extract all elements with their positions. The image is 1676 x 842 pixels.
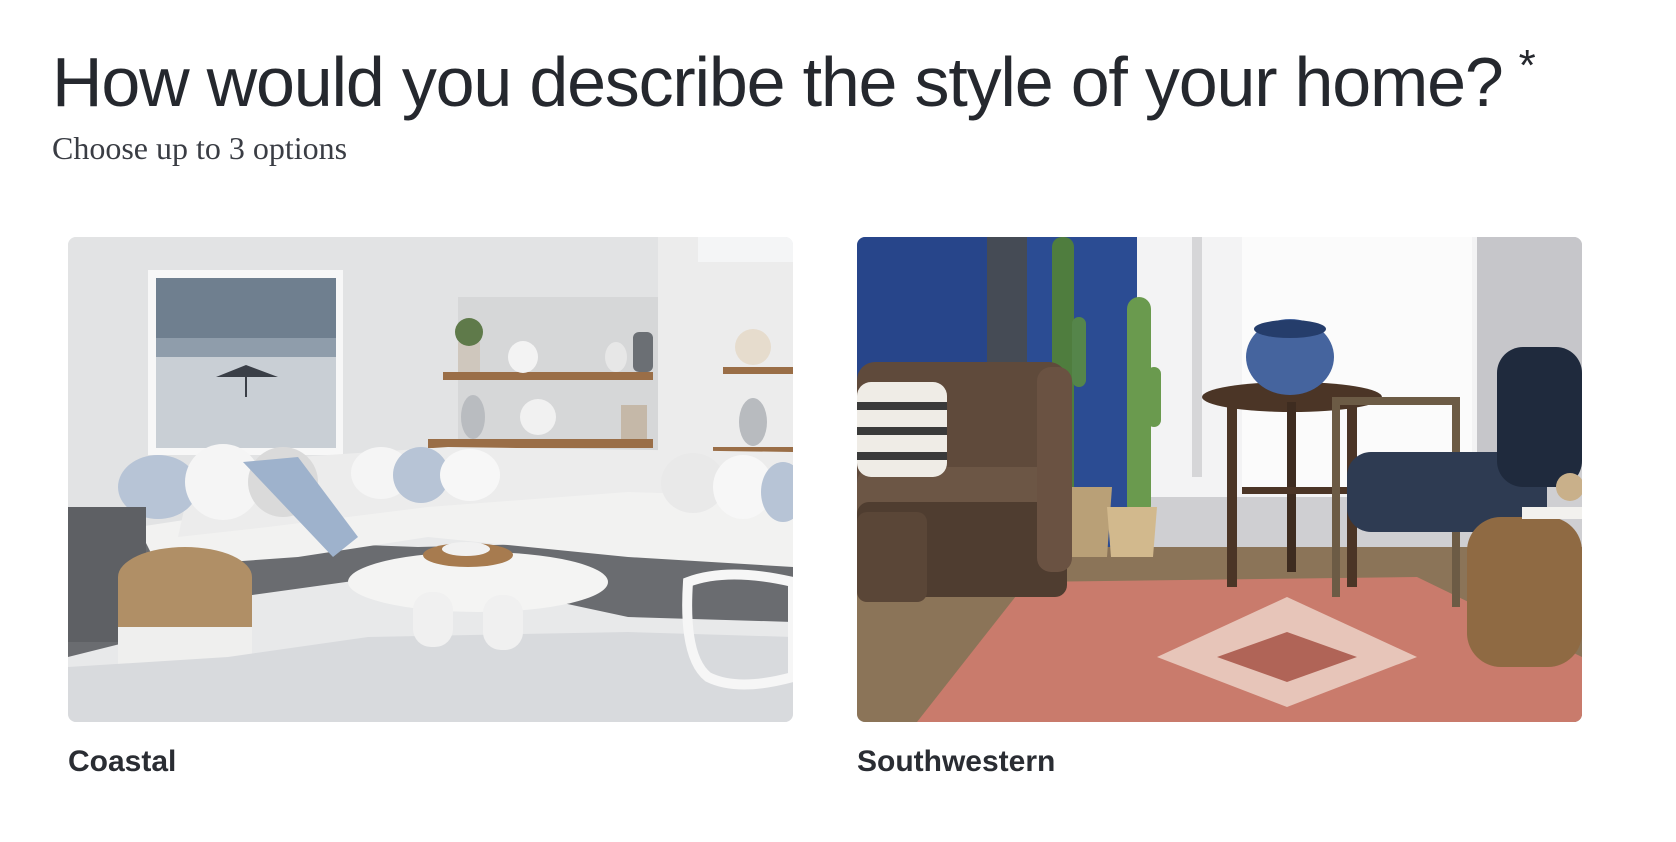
option-label-coastal: Coastal xyxy=(68,745,177,778)
southwestern-living-room-image[interactable] xyxy=(857,237,1582,722)
question-subtitle: Choose up to 3 options xyxy=(52,130,348,166)
option-card-coastal[interactable]: Coastal xyxy=(68,237,793,780)
option-label-southwestern: Southwestern xyxy=(857,745,1056,778)
option-card-southwestern[interactable]: Southwestern xyxy=(857,237,1582,780)
required-asterisk: * xyxy=(1518,41,1536,90)
question-title-text: How would you describe the style of your… xyxy=(52,43,1504,121)
coastal-living-room-image[interactable] xyxy=(68,237,793,722)
question-title: How would you describe the style of your… xyxy=(52,22,1536,126)
